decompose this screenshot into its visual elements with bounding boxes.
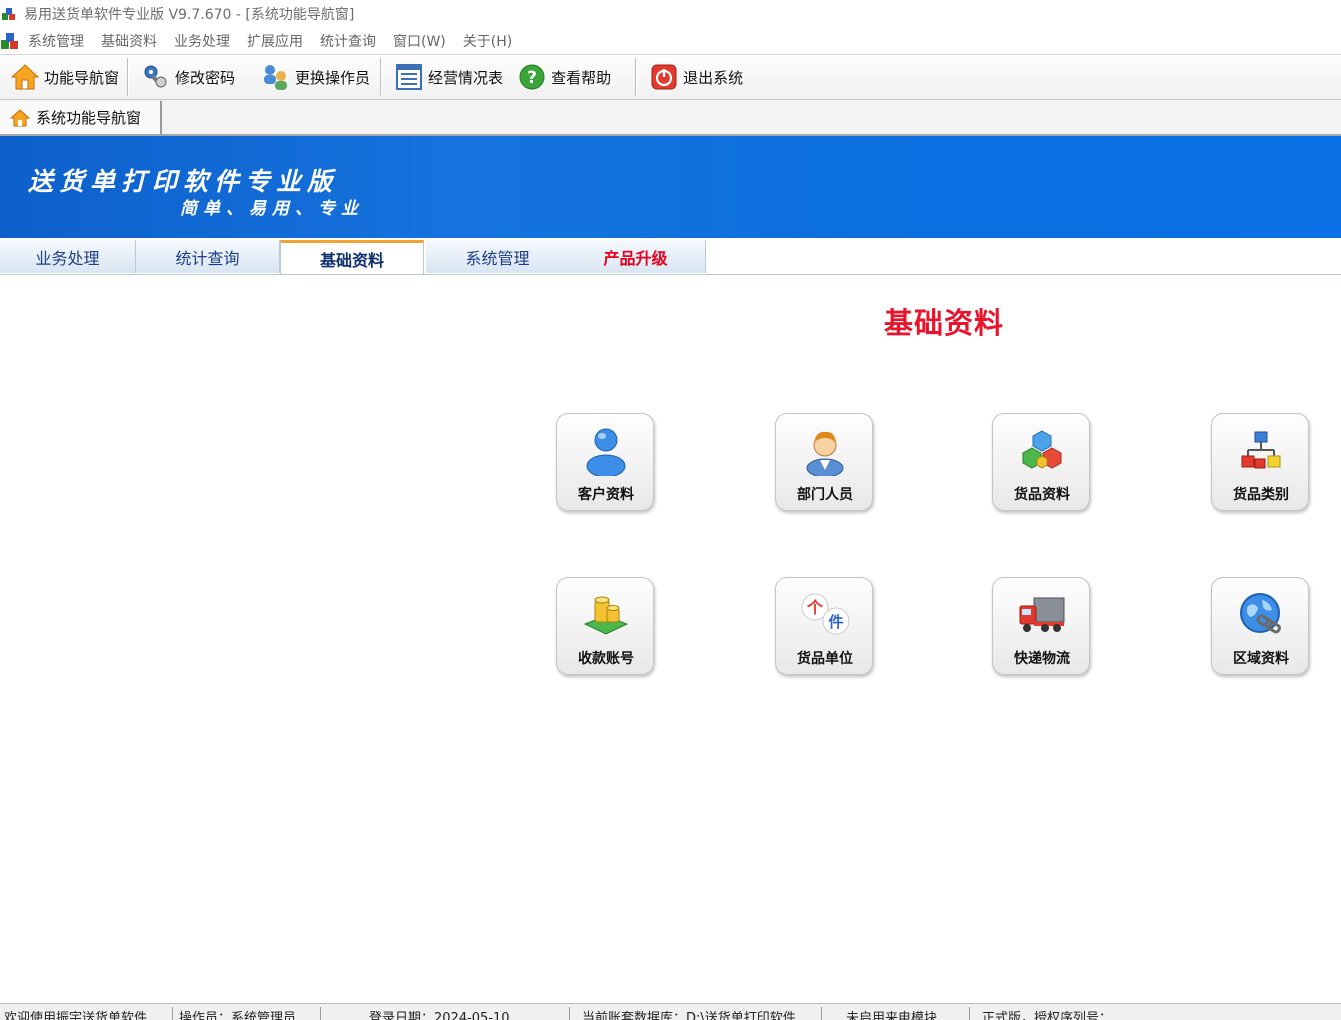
globe-icon — [1236, 590, 1286, 640]
help-button[interactable]: ? 查看帮助 — [517, 58, 611, 96]
nav-window-label: 功能导航窗 — [44, 68, 120, 87]
tile-label: 收款账号 — [578, 651, 634, 667]
toolbar-divider — [635, 58, 638, 96]
unit-glyph-b: 件 — [828, 613, 843, 631]
svg-text:?: ? — [527, 68, 537, 88]
exit-button[interactable]: 退出系统 — [649, 58, 743, 96]
staff-icon — [800, 426, 850, 478]
tab-business[interactable]: 业务处理 — [0, 240, 136, 273]
customer-icon — [581, 426, 631, 478]
module-tabs: 业务处理 统计查询 基础资料 系统管理 产品升级 — [0, 238, 1341, 275]
app-logo-icon — [2, 7, 16, 21]
switch-operator-button[interactable]: 更换操作员 — [261, 58, 370, 96]
status-welcome: 欢迎使用振宇送货单软件 — [0, 1007, 173, 1020]
title-bar: 易用送货单软件专业版 V9.7.670 - [系统功能导航窗] — [0, 0, 1341, 28]
menu-app-icon — [1, 32, 19, 50]
truck-icon — [1017, 590, 1067, 640]
power-icon — [649, 62, 679, 92]
nav-window-button[interactable]: 功能导航窗 — [10, 58, 119, 96]
change-password-button[interactable]: 修改密码 — [141, 58, 235, 96]
tile-logistics[interactable]: 快递物流 — [992, 577, 1090, 675]
tile-label: 区域资料 — [1233, 651, 1289, 667]
status-bar: 欢迎使用振宇送货单软件 操作员：系统管理员 登录日期：2024-05-10 当前… — [0, 1003, 1341, 1020]
switch-operator-label: 更换操作员 — [295, 68, 371, 87]
tile-label: 客户资料 — [578, 487, 634, 503]
home-icon — [9, 108, 31, 128]
doc-tab-nav[interactable]: 系统功能导航窗 — [0, 101, 162, 134]
tile-regions[interactable]: 区域资料 — [1211, 577, 1309, 675]
tile-label: 部门人员 — [797, 487, 853, 503]
tile-goods[interactable]: 货品资料 — [992, 413, 1090, 511]
tile-label: 快递物流 — [1014, 651, 1070, 667]
tile-units[interactable]: 个 件 货品单位 — [775, 577, 873, 675]
banner-subtitle: 简单、易用、专业 — [180, 199, 364, 219]
unit-icon: 个 件 — [800, 590, 850, 640]
tile-label: 货品单位 — [797, 651, 853, 667]
menu-statistics[interactable]: 统计查询 — [320, 31, 376, 51]
window-title: 易用送货单软件专业版 V9.7.670 - [系统功能导航窗] — [24, 7, 355, 23]
tile-payment-accounts[interactable]: 收款账号 — [556, 577, 654, 675]
menu-window[interactable]: 窗口(W) — [393, 31, 446, 51]
business-report-button[interactable]: 经营情况表 — [394, 58, 503, 96]
tile-staff[interactable]: 部门人员 — [775, 413, 873, 511]
toolbar-divider — [380, 58, 383, 96]
menu-extensions[interactable]: 扩展应用 — [247, 31, 303, 51]
menu-business[interactable]: 业务处理 — [174, 31, 230, 51]
tile-label: 货品类别 — [1233, 487, 1289, 503]
key-icon — [141, 62, 171, 92]
help-icon: ? — [517, 62, 547, 92]
exit-label: 退出系统 — [683, 68, 744, 87]
tab-system[interactable]: 系统管理 — [426, 240, 570, 273]
report-icon — [394, 62, 424, 92]
change-password-label: 修改密码 — [175, 68, 236, 87]
document-tab-strip: 系统功能导航窗 — [0, 100, 1341, 136]
toolbar: 功能导航窗 修改密码 更换操作员 经营情况表 ? 查看帮助 退出系统 — [0, 55, 1341, 100]
home-icon — [10, 62, 40, 92]
menu-about[interactable]: 关于(H) — [463, 31, 512, 51]
tab-upgrade[interactable]: 产品升级 — [566, 240, 706, 273]
tile-categories[interactable]: 货品类别 — [1211, 413, 1309, 511]
tile-label: 货品资料 — [1014, 487, 1070, 503]
menu-system[interactable]: 系统管理 — [28, 31, 84, 51]
status-modules: 未启用来电模块 — [826, 1007, 970, 1020]
business-report-label: 经营情况表 — [428, 68, 504, 87]
status-database: 当前账套数据库：D:\送货单打印软件 — [574, 1007, 822, 1020]
tab-basic-data[interactable]: 基础资料 — [280, 240, 424, 274]
category-icon — [1236, 426, 1286, 476]
tile-customers[interactable]: 客户资料 — [556, 413, 654, 511]
status-login-date: 登录日期：2024-05-10 — [325, 1007, 570, 1020]
menu-bar: 系统管理 基础资料 业务处理 扩展应用 统计查询 窗口(W) 关于(H) — [0, 28, 1341, 55]
status-license: 正式版，授权序列号： — [982, 1011, 1113, 1020]
toolbar-divider — [127, 58, 130, 96]
banner-title: 送货单打印软件专业版 — [28, 167, 339, 196]
menu-basic-data[interactable]: 基础资料 — [101, 31, 157, 51]
doc-tab-label: 系统功能导航窗 — [36, 109, 142, 127]
unit-glyph-a: 个 — [806, 598, 824, 617]
goods-icon — [1017, 426, 1067, 476]
banner: 送货单打印软件专业版 简单、易用、专业 — [0, 136, 1341, 238]
status-operator: 操作员：系统管理员 — [175, 1007, 321, 1020]
help-label: 查看帮助 — [551, 68, 612, 87]
switch-user-icon — [261, 62, 291, 92]
coins-icon — [581, 590, 631, 640]
tab-statistics[interactable]: 统计查询 — [136, 240, 280, 273]
section-title: 基础资料 — [884, 306, 1005, 340]
